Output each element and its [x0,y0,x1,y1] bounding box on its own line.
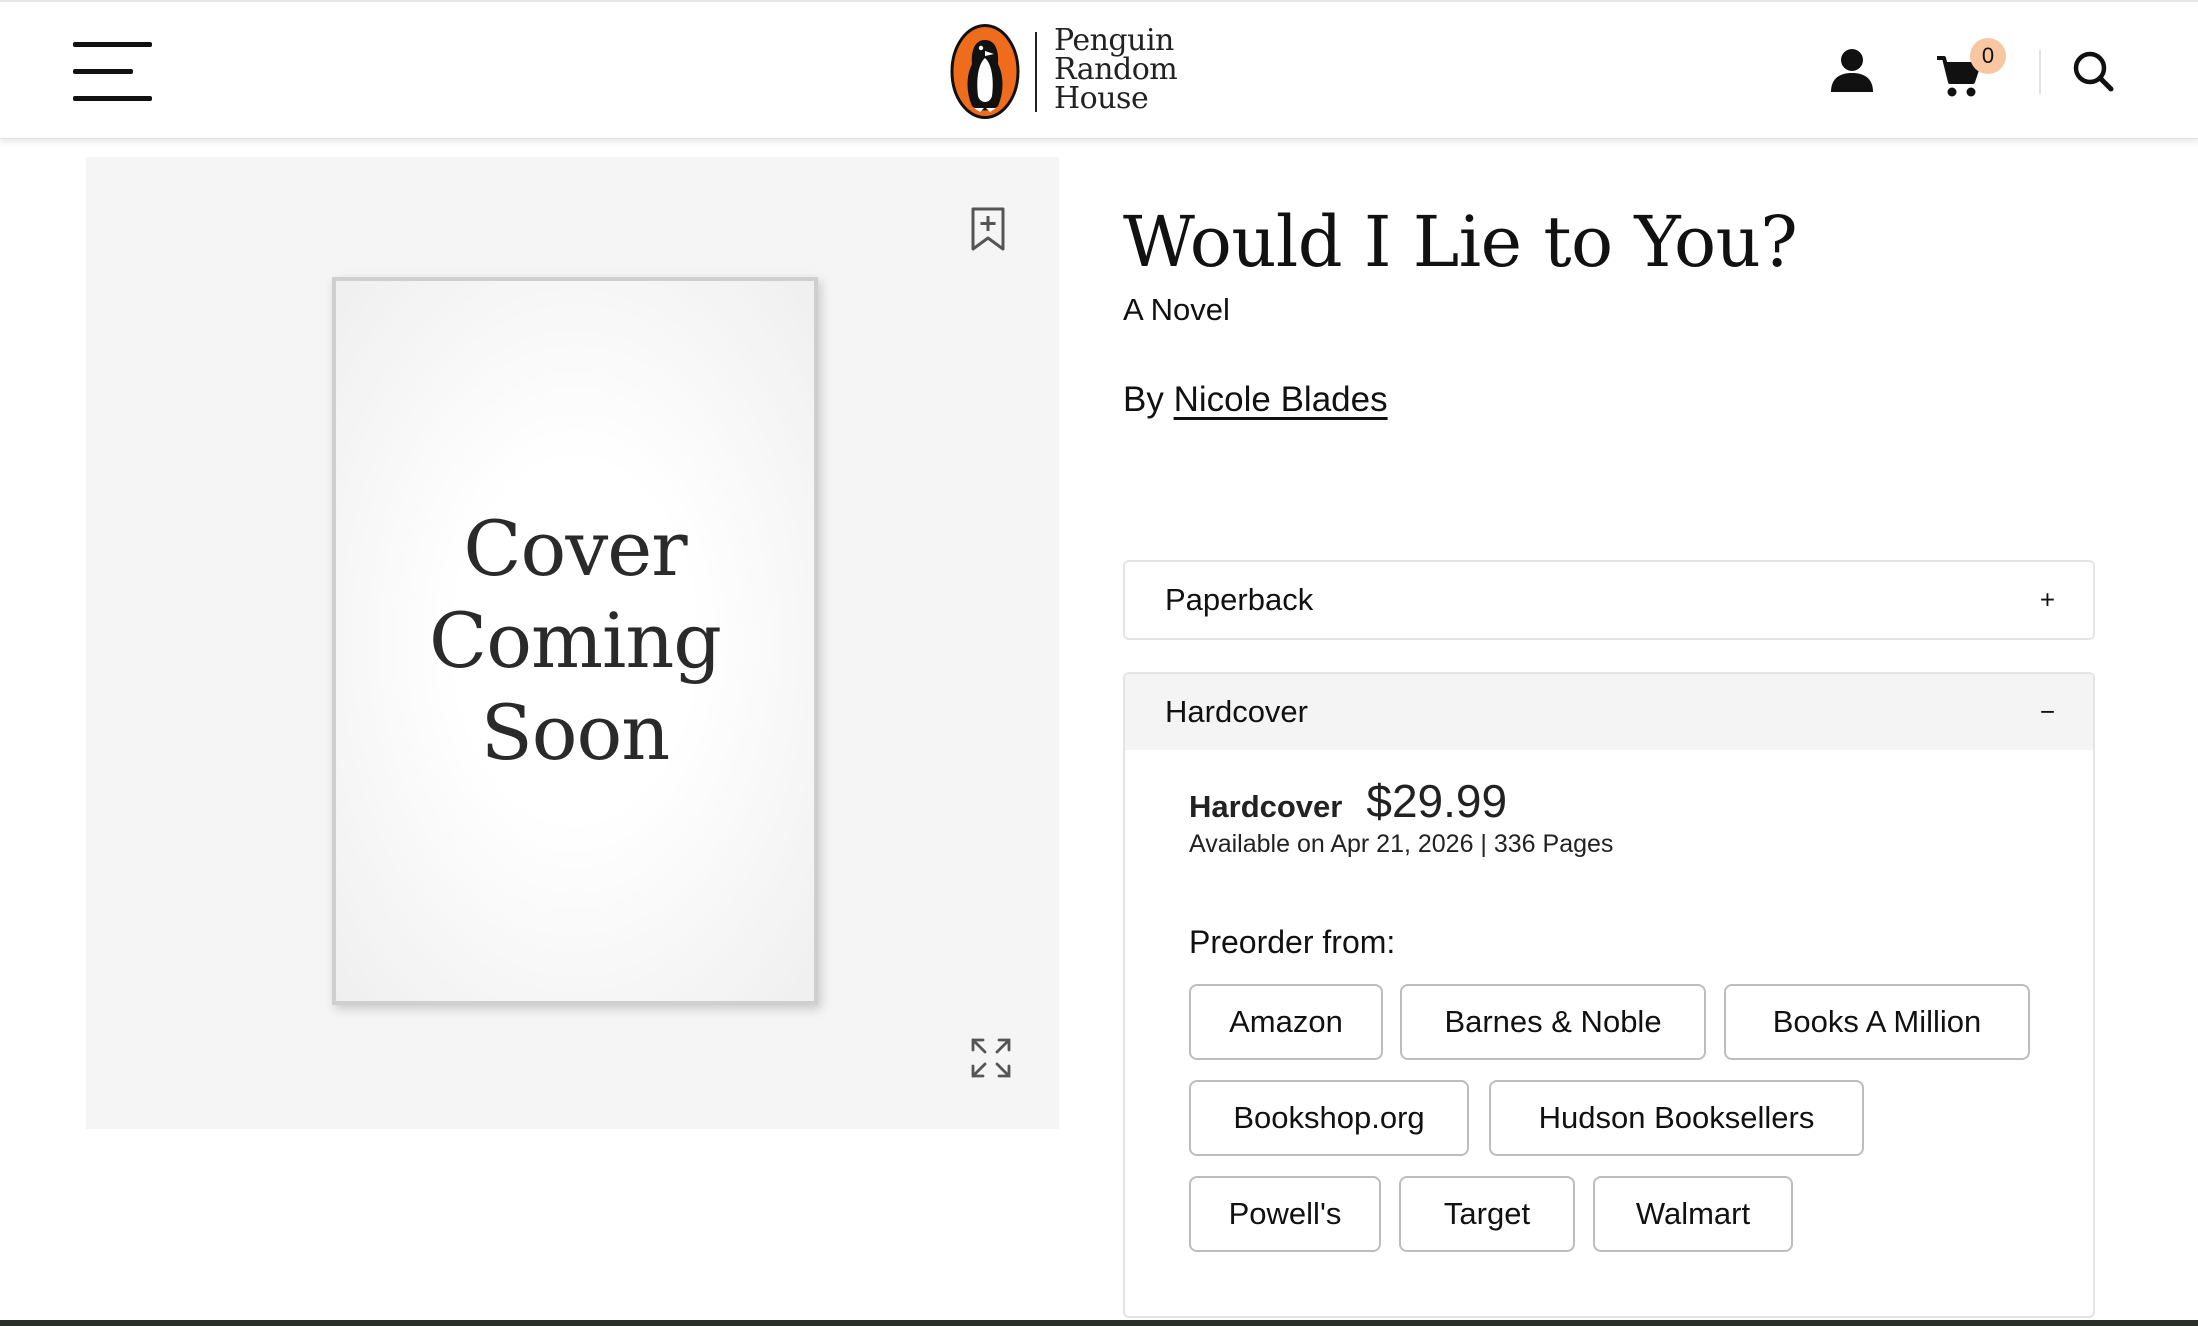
paperback-accordion-header[interactable]: Paperback + [1125,562,2093,638]
menu-icon[interactable] [73,42,152,102]
preorder-label: Preorder from: [1189,924,1396,960]
bookmark-add-icon[interactable] [970,207,1006,251]
retailer-powells-button[interactable]: Powell's [1189,1176,1381,1252]
expand-icon[interactable] [970,1037,1012,1079]
logo-wordmark: Penguin Random House [1054,23,1178,116]
retailer-hudson-booksellers-button[interactable]: Hudson Booksellers [1489,1080,1864,1156]
format-name: Hardcover [1189,789,1343,824]
retailer-walmart-button[interactable]: Walmart [1593,1176,1793,1252]
collapse-minus-icon[interactable]: − [2040,697,2055,728]
bottom-edge-strip [0,1320,2198,1326]
format-price: $29.99 [1366,775,1508,827]
retailer-target-button[interactable]: Target [1399,1176,1575,1252]
cart-count-badge[interactable]: 0 [1970,38,2006,74]
cover-panel: Cover Coming Soon [86,157,1059,1129]
format-price-row: Hardcover $29.99 [1189,774,1507,828]
penguin-random-house-logo[interactable]: Penguin Random House [950,24,1180,119]
byline: By Nicole Blades [1123,380,1388,420]
retailer-books-a-million-button[interactable]: Books A Million [1724,984,2030,1060]
header-separator [2039,50,2041,94]
hardcover-accordion-header[interactable]: Hardcover − [1125,674,2093,750]
by-label: By [1123,380,1164,419]
site-header: Penguin Random House 0 [0,0,2198,139]
cover-placeholder-text: Cover Coming Soon [429,504,722,777]
penguin-logo-icon [950,24,1020,119]
retailer-amazon-button[interactable]: Amazon [1189,984,1383,1060]
hardcover-label: Hardcover [1165,694,1308,729]
cover-image[interactable]: Cover Coming Soon [332,277,818,1005]
book-title: Would I Lie to You? [1123,201,1798,283]
author-link[interactable]: Nicole Blades [1174,380,1388,419]
expand-plus-icon[interactable]: + [2040,585,2055,616]
book-subtitle: A Novel [1123,292,1230,327]
retailer-barnes-noble-button[interactable]: Barnes & Noble [1400,984,1706,1060]
hardcover-accordion: Hardcover − Hardcover $29.99 Available o… [1123,672,2095,1318]
paperback-accordion: Paperback + [1123,560,2095,640]
paperback-label: Paperback [1165,582,1314,617]
availability-info: Available on Apr 21, 2026 | 336 Pages [1189,830,1614,858]
logo-divider [1035,32,1037,112]
user-icon[interactable] [1830,48,1874,92]
retailer-bookshop-button[interactable]: Bookshop.org [1189,1080,1469,1156]
search-icon[interactable] [2072,50,2114,92]
